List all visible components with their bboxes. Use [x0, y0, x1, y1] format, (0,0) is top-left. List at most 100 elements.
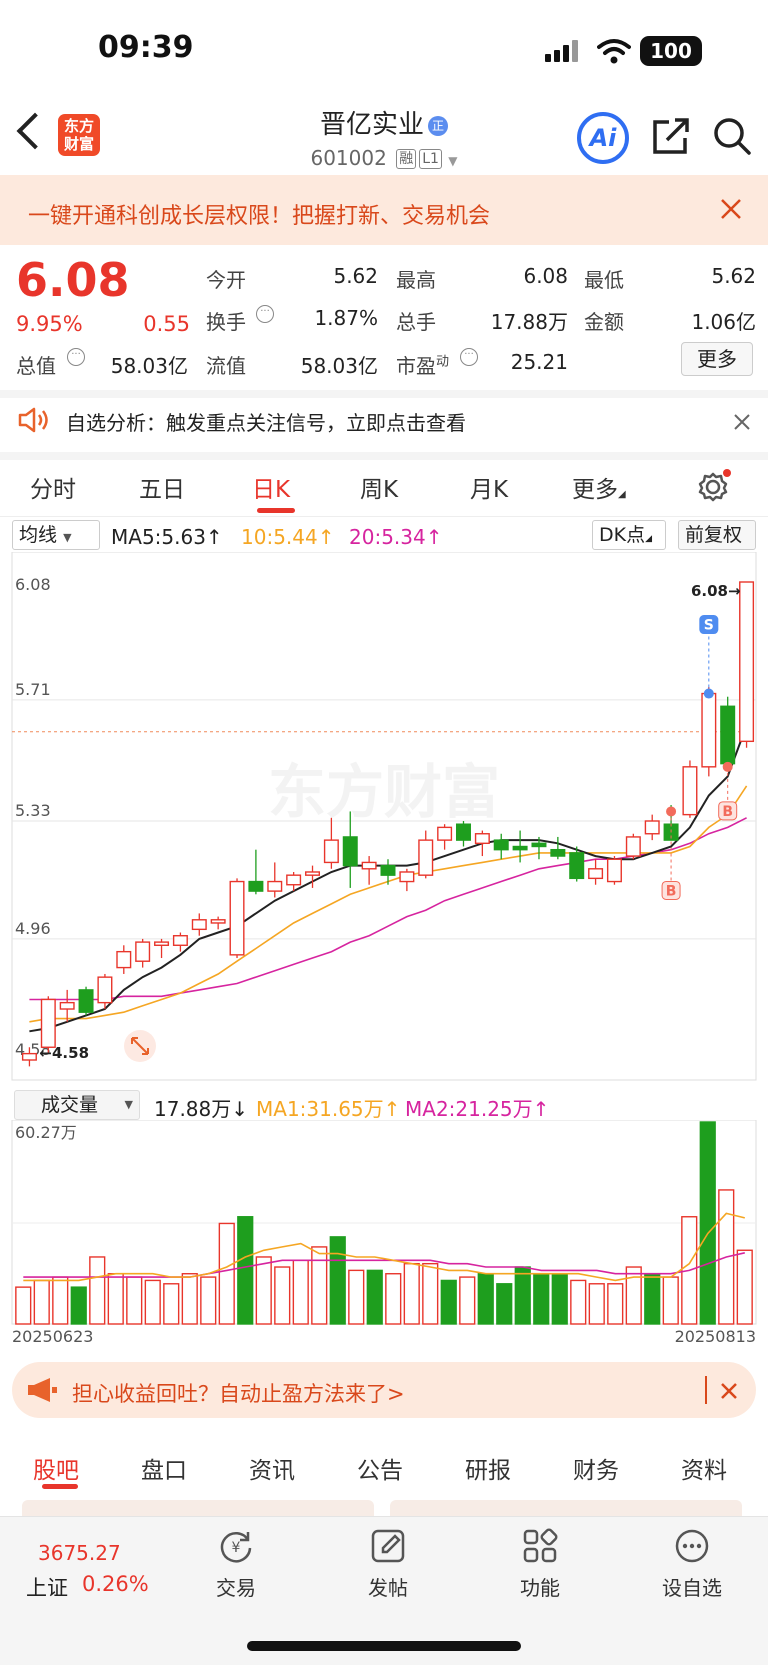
- edit-icon[interactable]: [370, 1528, 406, 1564]
- index-value[interactable]: 3675.27: [38, 1541, 121, 1565]
- volume-bar: [107, 1273, 124, 1325]
- volume-bar: [625, 1266, 642, 1325]
- label-turnover: 换手: [206, 310, 246, 334]
- tab-intraday[interactable]: 分时: [30, 470, 76, 504]
- price-axis-label: 5.33: [15, 801, 51, 820]
- gear-icon[interactable]: [696, 468, 732, 504]
- candle-body: [342, 836, 358, 867]
- close-icon[interactable]: [720, 1382, 738, 1400]
- tab-news[interactable]: 资讯: [249, 1451, 295, 1485]
- nav-add-watchlist[interactable]: 设自选: [642, 1572, 742, 1601]
- candle-body: [418, 839, 434, 876]
- tab-daily-k[interactable]: 日K: [252, 470, 290, 504]
- candle-body: [739, 581, 755, 743]
- divider: [0, 452, 768, 460]
- volume-bar: [144, 1279, 161, 1325]
- volume-bar: [366, 1269, 383, 1325]
- tab-monthly-k[interactable]: 月K: [470, 470, 508, 504]
- value-amount: 1.06亿: [691, 310, 756, 334]
- close-icon[interactable]: [734, 414, 750, 430]
- stock-code: 601002: [310, 146, 387, 170]
- candle-body: [550, 848, 566, 857]
- divider: [705, 1376, 707, 1404]
- nav-post[interactable]: 发帖: [338, 1572, 438, 1601]
- svg-text:¥: ¥: [232, 1540, 241, 1556]
- notice-text[interactable]: 自选分析：触发重点关注信号，立即点击查看: [66, 407, 466, 436]
- volume-chart[interactable]: 60.27万 20250623 20250813: [0, 1120, 768, 1345]
- volume-bar: [181, 1273, 198, 1325]
- wifi-icon: [597, 38, 631, 64]
- volume-bar: [477, 1273, 494, 1325]
- volume-bar: [403, 1262, 420, 1325]
- volume-bar: [570, 1279, 587, 1325]
- tab-pankou[interactable]: 盘口: [141, 1451, 187, 1485]
- tab-profile[interactable]: 资料: [681, 1451, 727, 1485]
- ai-button[interactable]: Ai: [577, 112, 629, 164]
- tab-guba[interactable]: 股吧: [33, 1451, 79, 1485]
- info-icon[interactable]: ···: [67, 348, 85, 366]
- volume-bar: [126, 1276, 143, 1325]
- volume-bar: [422, 1262, 439, 1325]
- more-button[interactable]: 更多: [681, 342, 753, 376]
- candle-body: [399, 871, 415, 883]
- tab-announcements[interactable]: 公告: [357, 1451, 403, 1485]
- label-high: 最高: [396, 268, 436, 292]
- candle-body: [97, 976, 113, 1004]
- value-market-cap: 58.03亿: [110, 354, 188, 378]
- dk-point-button[interactable]: DK点◢: [592, 520, 666, 550]
- candle-body: [474, 833, 490, 845]
- content-preview: [390, 1500, 742, 1516]
- volume-bar: [218, 1222, 235, 1325]
- divider: [0, 516, 768, 517]
- nav-functions[interactable]: 功能: [490, 1572, 590, 1601]
- tab-five-day[interactable]: 五日: [139, 470, 185, 504]
- candle-body: [172, 935, 188, 946]
- tab-active-indicator: [42, 1484, 78, 1489]
- volume-indicator-select[interactable]: 成交量 ▼: [14, 1090, 140, 1120]
- tag-rong: 融: [396, 149, 417, 169]
- adjust-button[interactable]: 前复权: [678, 520, 756, 550]
- candle-body: [588, 868, 604, 880]
- candle-body: [248, 880, 264, 892]
- share-icon[interactable]: [651, 116, 691, 156]
- tab-finance[interactable]: 财务: [573, 1451, 619, 1485]
- candle-body: [644, 820, 660, 835]
- tab-active-indicator: [257, 508, 295, 513]
- candle-body: [493, 839, 509, 851]
- candle-body: [361, 861, 377, 870]
- info-icon[interactable]: ···: [460, 348, 478, 366]
- date-end-label: 20250813: [675, 1327, 756, 1345]
- index-name: 上证: [26, 1576, 68, 1600]
- change-amount: 0.55: [143, 312, 190, 336]
- volume-bar: [588, 1283, 605, 1325]
- volume-bar: [644, 1273, 661, 1325]
- candle-body: [512, 845, 528, 851]
- candle-body: [267, 880, 283, 892]
- candle-body: [305, 871, 321, 876]
- ma-indicator-select[interactable]: 均线 ▼: [12, 520, 100, 550]
- caret-icon: ◢: [618, 489, 626, 500]
- close-icon[interactable]: [720, 198, 742, 220]
- signal-label: B: [666, 883, 677, 899]
- trade-icon[interactable]: ¥: [218, 1528, 254, 1564]
- info-icon[interactable]: ···: [256, 305, 274, 323]
- tab-weekly-k[interactable]: 周K: [360, 470, 398, 504]
- candle-body: [720, 705, 736, 765]
- volume-bar: [348, 1269, 365, 1325]
- price-axis-label: 4.96: [15, 919, 51, 938]
- search-icon[interactable]: [712, 116, 752, 156]
- vol-ma1-readout: MA1:31.65万↑: [256, 1097, 401, 1121]
- signal-label: B: [722, 804, 733, 820]
- tab-more[interactable]: 更多◢: [572, 470, 626, 504]
- candle-body: [380, 864, 396, 876]
- candle-body: [323, 839, 339, 864]
- candle-body: [531, 842, 547, 848]
- candle-body: [286, 874, 302, 886]
- candle-body: [21, 1052, 37, 1061]
- label-pe: 市盈动: [396, 354, 450, 378]
- more-circle-icon[interactable]: [674, 1528, 710, 1564]
- tab-research[interactable]: 研报: [465, 1451, 511, 1485]
- apps-icon[interactable]: [522, 1528, 558, 1564]
- nav-trade[interactable]: 交易: [186, 1572, 286, 1601]
- candlestick-chart[interactable]: 6.085.715.334.964.58东方财富6.08→←4.58SBB: [0, 552, 768, 1088]
